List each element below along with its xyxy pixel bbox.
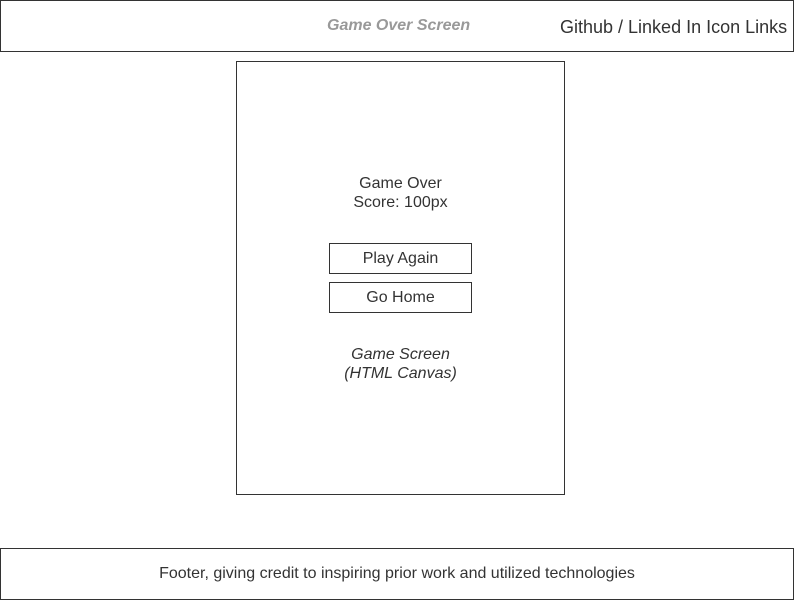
canvas-label: Game Screen — [351, 346, 450, 363]
footer-bar: Footer, giving credit to inspiring prior… — [0, 548, 794, 600]
header-bar: Game Over Screen Github / Linked In Icon… — [0, 0, 794, 52]
go-home-button[interactable]: Go Home — [329, 282, 472, 313]
social-icon-links[interactable]: Github / Linked In Icon Links — [560, 17, 787, 38]
play-again-button[interactable]: Play Again — [329, 243, 472, 274]
score-display: Score: 100px — [353, 194, 448, 211]
footer-credits-text: Footer, giving credit to inspiring prior… — [159, 565, 635, 582]
game-screen-canvas: Game Over Score: 100px Play Again Go Hom… — [236, 61, 565, 495]
screen-title: Game Over Screen — [327, 17, 471, 34]
canvas-label-subtitle: (HTML Canvas) — [344, 365, 457, 382]
game-over-title: Game Over — [359, 175, 442, 192]
